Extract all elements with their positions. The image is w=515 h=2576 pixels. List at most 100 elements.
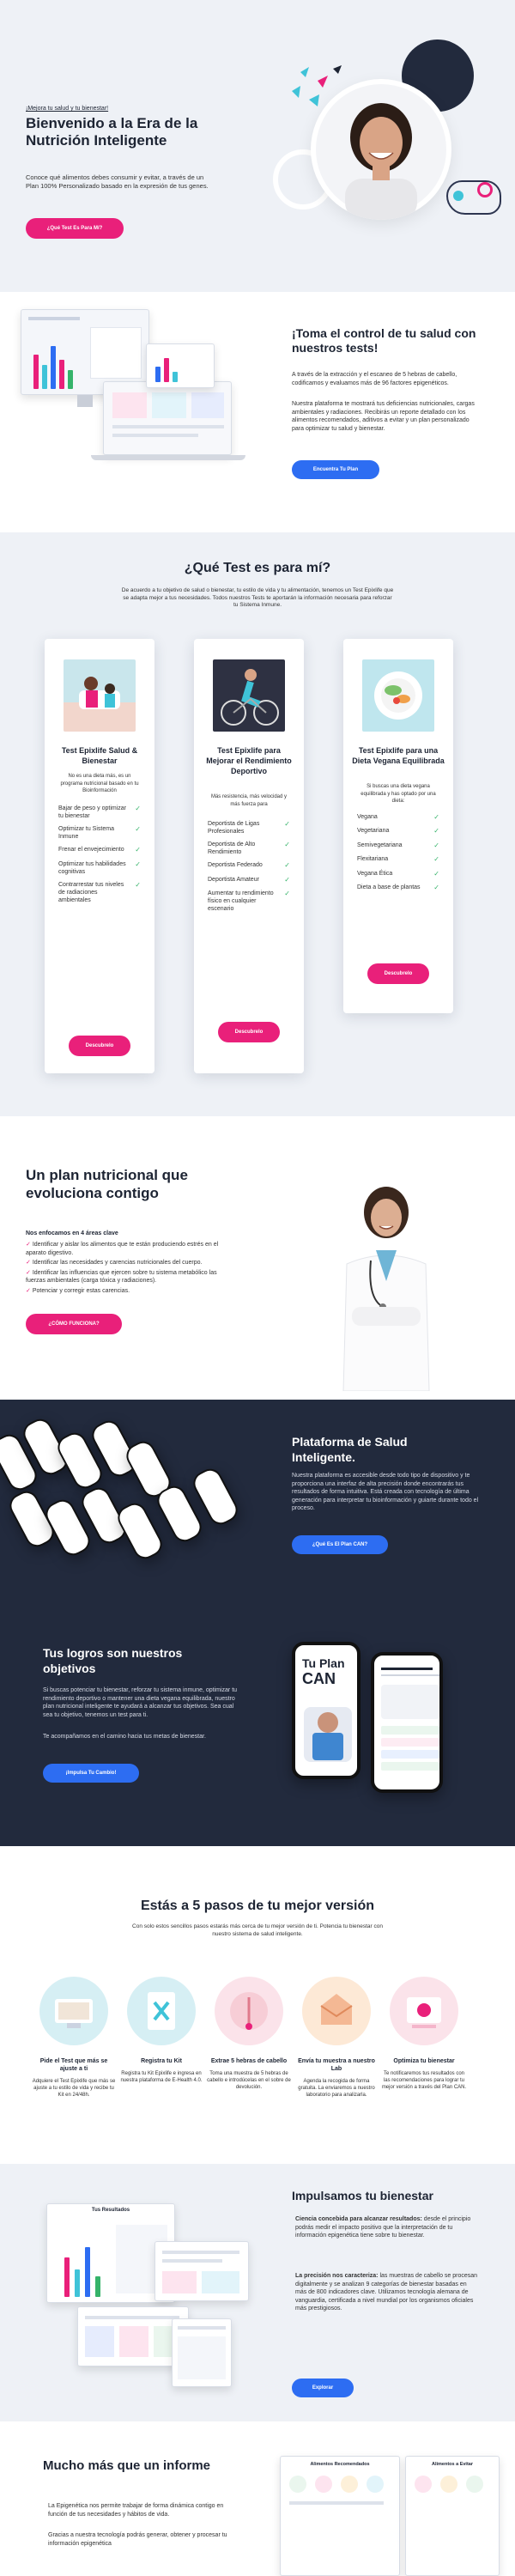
- list-item: Flexitariana ✓: [357, 855, 439, 864]
- foods-to-avoid-mockup: Alimentos a Evitar: [405, 2456, 500, 2576]
- check-icon: ✓: [135, 846, 141, 854]
- doctor-photo: [326, 1178, 446, 1392]
- list-item: Contrarrestar tus niveles de radiaciones…: [58, 880, 141, 904]
- list-item: Semivegetariana ✓: [357, 841, 439, 849]
- mockup-title: Tus Resultados: [91, 2208, 130, 2213]
- goals-p1: Si buscas potenciar tu bienestar, reforz…: [43, 1687, 238, 1718]
- phone-mockup-can: Tu Plan CAN: [292, 1642, 360, 1779]
- boost-title: Impulsamos tu bienestar: [292, 2189, 433, 2202]
- hero-cta-button[interactable]: ¿Qué Test Es Para Mí?: [26, 218, 124, 239]
- list-item: Vegetariana ✓: [357, 827, 439, 835]
- check-icon: ✓: [26, 1269, 33, 1276]
- list-item: ✓ Identificar las influencias que ejerce…: [26, 1269, 217, 1285]
- decor-pink-ring: [477, 182, 493, 197]
- list-item: Deportista Amateur ✓: [208, 875, 290, 884]
- plan-section: Un plan nutricional que evoluciona conti…: [0, 1116, 515, 1400]
- card-vegana-desc: Si buscas una dieta vegana equilibrada y…: [360, 784, 436, 804]
- check-icon: ✓: [135, 805, 141, 812]
- card-salud-image: [64, 659, 136, 732]
- report-section: Mucho más que un informe La Epigenética …: [0, 2421, 515, 2576]
- card-deportivo-image: [213, 659, 285, 732]
- plan-can-button[interactable]: ¿Qué Es El Plan CAN?: [292, 1535, 388, 1554]
- steps-text: Con solo estos sencillos pasos estarás m…: [132, 1923, 383, 1937]
- check-icon: ✓: [284, 890, 290, 898]
- step-4: Envía tu muestra a nuestro Lab Agenda la …: [298, 2058, 375, 2098]
- laptop-mockup: [103, 381, 232, 455]
- plan-subtitle: Nos enfocamos en 4 áreas clave: [26, 1230, 118, 1236]
- check-icon: ✓: [135, 825, 141, 834]
- card-salud-list: Bajar de peso y optimizar tu bienestar ✓ …: [58, 802, 141, 907]
- phones-collage: [0, 1414, 249, 1571]
- control-title: ¡Toma el control de tu salud con nuestro…: [292, 326, 476, 355]
- goals-title: Tus logros son nuestros objetivos: [43, 1646, 183, 1675]
- boost-bullet-1: Ciencia concebida para alcanzar resultad…: [295, 2216, 471, 2239]
- dashboard-illustration: [17, 309, 249, 481]
- which-test-text: De acuerdo a tu objetivo de salud o bien…: [121, 587, 394, 608]
- check-icon: ✓: [433, 841, 439, 849]
- list-item: Deportista Federado ✓: [208, 861, 290, 870]
- check-icon: ✓: [26, 1287, 33, 1294]
- results-mockups: Tus Resultados: [26, 2190, 258, 2396]
- boost-bullet-2: La precisión nos caracteriza: las muestr…: [295, 2273, 478, 2312]
- list-item: Deportista de Ligas Profesionales ✓: [208, 820, 290, 835]
- check-icon: ✓: [433, 869, 439, 878]
- control-p2: Nuestra plataforma te mostrará tus defic…: [292, 401, 475, 432]
- card-deportivo: Test Epixlife para Mejorar el Rendimient…: [194, 639, 304, 1073]
- check-icon: ✓: [284, 861, 290, 870]
- goals-p2: Te acompañamos en el camino hacia tus me…: [43, 1734, 206, 1740]
- list-item: Vegana Ética ✓: [357, 869, 439, 878]
- hero-eyebrow: ¡Mejora tu salud y tu bienestar!: [26, 106, 109, 112]
- check-icon: ✓: [135, 880, 141, 889]
- check-icon: ✓: [26, 1242, 33, 1248]
- card-deportivo-list: Deportista de Ligas Profesionales ✓ Depor…: [208, 817, 290, 915]
- check-icon: ✓: [284, 820, 290, 828]
- plan-items: ✓ Identificar y aislar los alimentos que…: [26, 1241, 232, 1295]
- boost-section: Tus Resultados Impulsamos tu bienestar C…: [0, 2164, 515, 2421]
- check-icon: ✓: [433, 827, 439, 835]
- card-vegana-image: [362, 659, 434, 732]
- card-salud-button[interactable]: Descubrelo: [69, 1036, 130, 1056]
- check-icon: ✓: [135, 860, 141, 868]
- how-it-works-button[interactable]: ¿CÓMO FUNCIONA?: [26, 1314, 122, 1334]
- report-p1: La Epigenética nos permite trabajar de f…: [48, 2503, 224, 2518]
- step-1-image: [39, 1977, 108, 2045]
- phone-mockup-results: [371, 1652, 443, 1793]
- card-vegana-list: Vegana ✓ Vegetariana ✓ Semivegetariana ✓ Fl…: [357, 811, 439, 895]
- list-item: Optimizar tus habilidades cognitivas ✓: [58, 860, 141, 875]
- card-salud-title: Test Epixlife Salud & Bienestar: [61, 746, 138, 765]
- plan-title: Un plan nutricional que evoluciona conti…: [26, 1167, 188, 1201]
- card-deportivo-desc: Más resistencia, más velocidad y más fue…: [210, 794, 288, 807]
- decor-cyan-dot: [453, 191, 464, 201]
- card-salud: Test Epixlife Salud & Bienestar No es un…: [45, 639, 154, 1073]
- recommended-foods-mockup: Alimentos Recomendados: [280, 2456, 400, 2576]
- list-item: Dieta a base de plantas ✓: [357, 883, 439, 891]
- check-icon: ✓: [284, 875, 290, 884]
- card-vegana-title: Test Epixlife para una Dieta Vegana Equi…: [352, 746, 445, 765]
- list-item: Aumentar tu rendimiento físico en cualqu…: [208, 890, 290, 913]
- which-test-title: ¿Qué Test es para mí?: [184, 561, 331, 575]
- report-p2: Gracias a nuestra tecnología podrás gene…: [48, 2532, 227, 2547]
- step-2: Registra tu Kit Registra tu Kit Epixlife …: [120, 2058, 203, 2083]
- hero-section: ¡Mejora tu salud y tu bienestar! Bienven…: [0, 0, 515, 292]
- card-vegana: Test Epixlife para una Dieta Vegana Equi…: [343, 639, 453, 1013]
- card-deportivo-button[interactable]: Descubrelo: [218, 1022, 280, 1042]
- report-title: Mucho más que un informe: [43, 2458, 211, 2473]
- explore-button[interactable]: Explorar: [292, 2379, 354, 2397]
- hero-title: Bienvenido a la Era de la Nutrición Inte…: [26, 115, 198, 149]
- list-item: ✓ Potenciar y corregir estas carencias.: [26, 1287, 130, 1294]
- platform-section: Plataforma de Salud Inteligente. Nuestra…: [0, 1400, 515, 1846]
- step-5-image: [390, 1977, 458, 2045]
- check-icon: ✓: [433, 855, 439, 864]
- list-item: Vegana ✓: [357, 813, 439, 821]
- card-vegana-button[interactable]: Descubrelo: [367, 963, 429, 984]
- hero-text: Conoce qué alimentos debes consumir y ev…: [26, 173, 209, 190]
- boost-change-button[interactable]: ¡Impulsa Tu Cambio!: [43, 1764, 139, 1783]
- card-deportivo-title: Test Epixlife para Mejorar el Rendimient…: [206, 746, 292, 775]
- step-3: Extrae 5 hebras de cabello Toma una muest…: [207, 2058, 291, 2090]
- platform-text: Nuestra plataforma es accesible desde to…: [292, 1473, 479, 1511]
- list-item: Deportista de Alto Rendimiento ✓: [208, 841, 290, 856]
- list-item: Optimizar tu Sistema Inmune ✓: [58, 825, 141, 841]
- control-p1: A través de la extracción y el escaneo d…: [292, 372, 457, 386]
- list-item: Bajar de peso y optimizar tu bienestar ✓: [58, 805, 141, 820]
- find-plan-button[interactable]: Encuentra Tu Plan: [292, 460, 379, 479]
